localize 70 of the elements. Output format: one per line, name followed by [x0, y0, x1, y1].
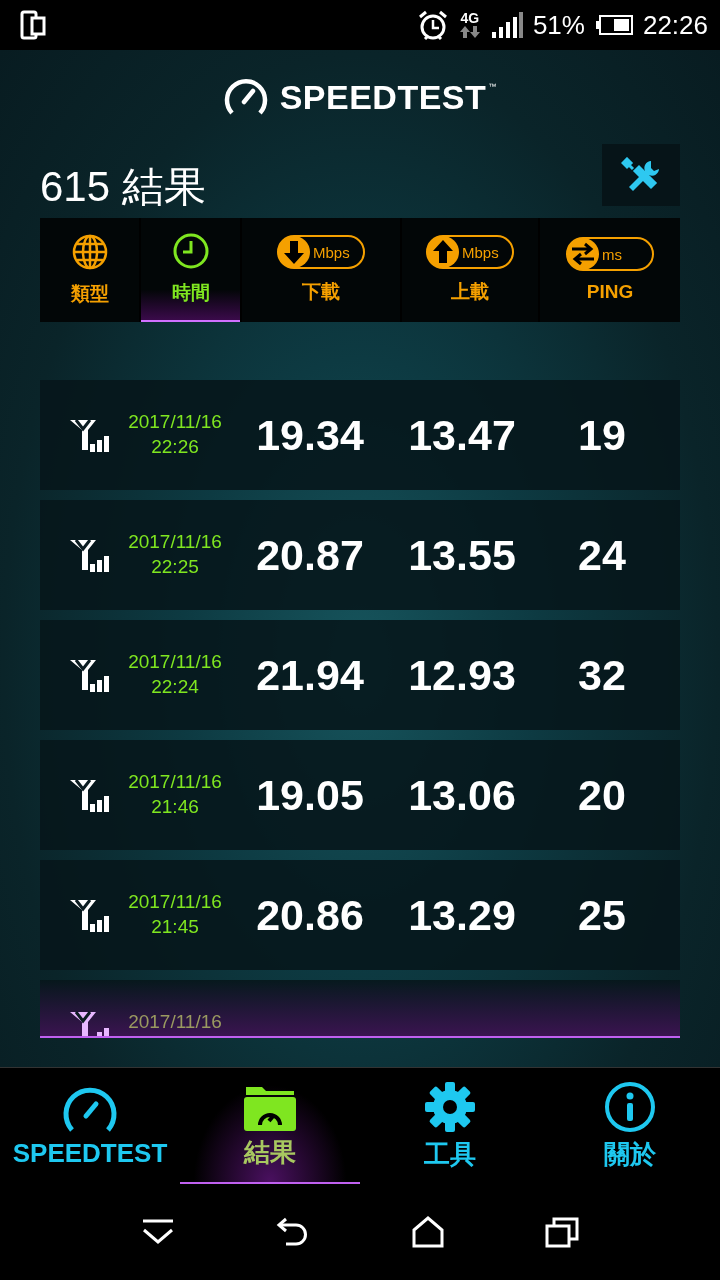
alarm-icon	[416, 9, 449, 41]
home-icon[interactable]	[411, 1216, 444, 1248]
result-row[interactable]: 2017/11/16 21:46 19.05 13.06 20	[40, 740, 680, 850]
battery-percent: 51%	[532, 9, 585, 41]
battery-icon	[594, 15, 633, 35]
result-row[interactable]: 2017/11/16 22:25 20.87 13.55 24	[40, 500, 680, 610]
upload-speed: 13.29	[407, 890, 517, 940]
cellular-antenna-icon	[68, 1010, 112, 1036]
ping-value: 32	[577, 650, 627, 700]
ping-value: 24	[577, 530, 627, 580]
result-date: 2017/11/16	[128, 890, 222, 915]
collapse-icon[interactable]	[140, 1218, 175, 1246]
unit-label: Mbps	[312, 243, 350, 261]
upload-speed: 12.93	[407, 650, 517, 700]
ping-value: 25	[577, 890, 627, 940]
tools-button[interactable]	[602, 144, 680, 206]
recent-apps-icon[interactable]	[545, 1216, 580, 1248]
nav-tab[interactable]: SPEEDTEST	[0, 1068, 180, 1184]
result-date: 2017/11/16	[128, 1010, 222, 1034]
sort-tab[interactable]: 類型	[40, 218, 139, 322]
clock-time: 22:26	[642, 9, 708, 41]
result-time: 21:45	[151, 915, 199, 939]
data-arrows-icon	[458, 25, 481, 39]
screen-mirror-icon	[20, 10, 46, 40]
cellular-antenna-icon	[68, 898, 112, 932]
cellular-antenna-icon	[68, 778, 112, 812]
settings-icon	[424, 1080, 476, 1133]
cellular-antenna-icon	[68, 418, 112, 452]
result-time: 22:25	[151, 555, 199, 579]
cellular-antenna-icon	[68, 658, 112, 692]
result-time: 21:46	[151, 795, 199, 819]
sort-tab[interactable]: Mbps 上載	[402, 218, 538, 322]
result-date: 2017/11/16	[128, 770, 222, 795]
clock-icon	[171, 232, 210, 270]
unit-label: Mbps	[461, 243, 499, 261]
tools-icon	[621, 157, 661, 193]
download-speed: 20.87	[255, 530, 365, 580]
upload-speed: 13.47	[407, 410, 517, 460]
nav-tab[interactable]: 工具	[360, 1068, 540, 1184]
sort-tab[interactable]: Mbps 下載	[242, 218, 400, 322]
result-row[interactable]: 2017/11/16 22:26 19.34 13.47 19	[40, 380, 680, 490]
upload-speed: 13.55	[407, 530, 517, 580]
swap-arrows-icon	[566, 237, 600, 271]
result-date: 2017/11/16	[128, 530, 222, 555]
unit-label: ms	[601, 245, 622, 263]
upload-speed: 13.06	[407, 770, 517, 820]
result-date: 2017/11/16	[128, 650, 222, 675]
sort-tab[interactable]: ms PING	[540, 218, 680, 322]
result-count: 615 結果	[40, 166, 206, 208]
globe-icon	[70, 233, 109, 271]
info-icon	[604, 1080, 656, 1133]
cellular-antenna-icon	[68, 538, 112, 572]
result-row[interactable]: 2017/11/16 22:24 21.94 12.93 32	[40, 620, 680, 730]
trademark: ™	[488, 82, 497, 91]
download-speed: 19.05	[255, 770, 365, 820]
nav-tab[interactable]: 關於	[540, 1068, 720, 1184]
speedometer-icon	[223, 77, 268, 117]
result-row[interactable]: 2017/11/16 21:45 20.86 13.29 25	[40, 860, 680, 970]
download-speed: 20.86	[255, 890, 365, 940]
sort-tab[interactable]: 時間	[141, 218, 240, 322]
ping-value: 20	[577, 770, 627, 820]
download-speed: 21.94	[255, 650, 365, 700]
network-type: 4G	[460, 11, 480, 25]
app-logo-title: SPEEDTEST	[279, 77, 487, 117]
ping-value: 19	[577, 410, 627, 460]
download-speed: 19.34	[255, 410, 365, 460]
signal-icon	[490, 12, 523, 38]
result-time: 22:24	[151, 675, 199, 699]
result-date: 2017/11/16	[128, 410, 222, 435]
result-time: 22:26	[151, 435, 199, 459]
